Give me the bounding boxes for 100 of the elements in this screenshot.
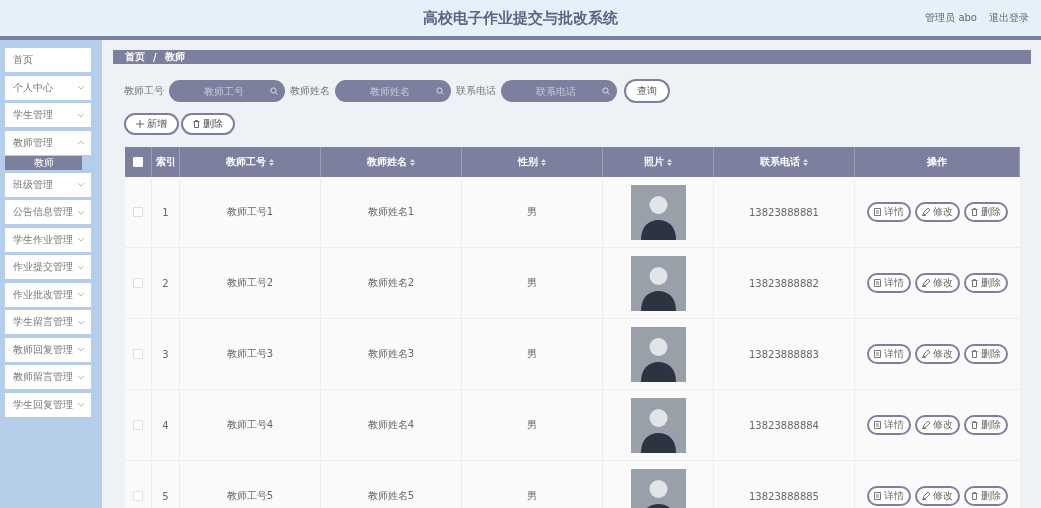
delete-button[interactable]: 删除 <box>181 113 235 135</box>
search-field[interactable]: 教师姓名 <box>335 80 451 102</box>
column-header[interactable]: 照片 <box>603 147 714 177</box>
table-cell: 教师姓名2 <box>321 248 462 318</box>
select-all-checkbox[interactable] <box>133 157 143 167</box>
table-cell: 教师工号3 <box>180 319 321 389</box>
edit-button[interactable]: 修改 <box>915 273 960 293</box>
field-label: 联系电话 <box>456 84 496 98</box>
table-cell: 教师工号2 <box>180 248 321 318</box>
column-header[interactable]: 性别 <box>462 147 603 177</box>
pencil-icon <box>922 279 930 287</box>
row-checkbox[interactable] <box>133 278 143 288</box>
detail-button[interactable]: 详情 <box>867 273 911 293</box>
document-icon <box>874 421 881 429</box>
delete-button[interactable]: 删除 <box>964 415 1008 435</box>
photo-placeholder <box>630 468 686 508</box>
sort-icon <box>803 158 808 166</box>
search-field[interactable]: 教师工号 <box>169 80 285 102</box>
table-cell: 教师工号4 <box>180 390 321 460</box>
app-title: 高校电子作业提交与批改系统 <box>423 8 618 28</box>
plus-icon <box>136 120 144 128</box>
edit-button[interactable]: 修改 <box>915 344 960 364</box>
menu-item[interactable]: 作业批改管理 <box>5 282 91 307</box>
row-checkbox[interactable] <box>133 491 143 501</box>
menu-item[interactable]: 学生作业管理 <box>5 227 91 252</box>
row-checkbox[interactable] <box>133 420 143 430</box>
sort-icon <box>410 158 415 166</box>
detail-button[interactable]: 详情 <box>867 344 911 364</box>
chevron-icon <box>77 140 85 145</box>
column-header[interactable]: 操作 <box>855 147 1020 177</box>
chevron-icon <box>77 292 85 297</box>
sort-icon <box>269 158 274 166</box>
table-cell: 13823888885 <box>714 461 855 508</box>
breadcrumb-item[interactable]: 首页 <box>125 50 145 64</box>
breadcrumb-item[interactable]: 教师 <box>164 50 185 64</box>
table-cell: 教师姓名5 <box>321 461 462 508</box>
detail-button[interactable]: 详情 <box>867 486 911 506</box>
table-cell: 2 <box>152 248 180 318</box>
admin-name: 管理员 abo <box>925 11 977 25</box>
trash-icon <box>971 350 978 358</box>
menu-item[interactable]: 公告信息管理 <box>5 200 91 224</box>
column-header[interactable]: 联系电话 <box>714 147 855 177</box>
row-checkbox[interactable] <box>133 349 143 359</box>
pencil-icon <box>922 208 930 216</box>
chevron-icon <box>77 209 85 215</box>
delete-button[interactable]: 删除 <box>964 486 1008 506</box>
menu-item[interactable]: 作业提交管理 <box>5 255 91 279</box>
pencil-icon <box>922 492 930 500</box>
menu-item[interactable]: 教师回复管理 <box>5 337 91 362</box>
search-field[interactable]: 联系电话 <box>501 80 617 102</box>
menu-item[interactable]: 学生回复管理 <box>5 392 91 417</box>
field-label: 教师工号 <box>124 84 164 98</box>
search-button[interactable]: 查询 <box>624 79 670 103</box>
chevron-icon <box>77 112 85 118</box>
table-cell: 4 <box>152 390 180 460</box>
photo-placeholder <box>630 184 686 240</box>
row-checkbox[interactable] <box>133 207 143 217</box>
detail-button[interactable]: 详情 <box>867 202 911 222</box>
document-icon <box>874 492 881 500</box>
menu-item[interactable]: 个人中心 <box>5 75 91 100</box>
menu-item[interactable]: 学生管理 <box>5 103 91 127</box>
column-header[interactable]: 教师姓名 <box>321 147 462 177</box>
submenu-item[interactable]: 教师 <box>5 156 82 170</box>
pencil-icon <box>922 350 930 358</box>
search-icon <box>436 87 444 95</box>
trash-icon <box>971 279 978 287</box>
document-icon <box>874 208 881 216</box>
delete-button[interactable]: 删除 <box>964 273 1008 293</box>
delete-button[interactable]: 删除 <box>964 202 1008 222</box>
trash-icon <box>971 421 978 429</box>
detail-button[interactable]: 详情 <box>867 415 911 435</box>
table-cell: 男 <box>462 461 603 508</box>
add-button[interactable]: 新增 <box>124 113 179 135</box>
column-header[interactable]: 索引 <box>152 147 180 177</box>
chevron-icon <box>77 374 85 380</box>
edit-button[interactable]: 修改 <box>915 415 960 435</box>
menu-item[interactable]: 班级管理 <box>5 172 91 197</box>
menu-item[interactable]: 教师管理 <box>5 130 91 155</box>
menu-item[interactable]: 教师留言管理 <box>5 365 91 389</box>
document-icon <box>874 279 881 287</box>
chevron-icon <box>77 237 85 242</box>
column-header[interactable]: 教师工号 <box>180 147 321 177</box>
edit-button[interactable]: 修改 <box>915 486 960 506</box>
table-cell: 13823888883 <box>714 319 855 389</box>
chevron-icon <box>77 319 85 325</box>
chevron-icon <box>77 402 85 407</box>
chevron-icon <box>77 264 85 270</box>
photo-placeholder <box>630 397 686 453</box>
chevron-icon <box>77 85 85 90</box>
menu-item[interactable]: 学生留言管理 <box>5 310 91 334</box>
edit-button[interactable]: 修改 <box>915 202 960 222</box>
menu-item[interactable]: 首页 <box>5 48 91 72</box>
delete-button[interactable]: 删除 <box>964 344 1008 364</box>
photo-placeholder <box>630 255 686 311</box>
logout-link[interactable]: 退出登录 <box>989 11 1029 25</box>
sort-icon <box>541 158 546 166</box>
table-cell: 教师工号5 <box>180 461 321 508</box>
chevron-icon <box>77 347 85 352</box>
table-cell: 3 <box>152 319 180 389</box>
breadcrumb-separator: / <box>152 51 158 63</box>
